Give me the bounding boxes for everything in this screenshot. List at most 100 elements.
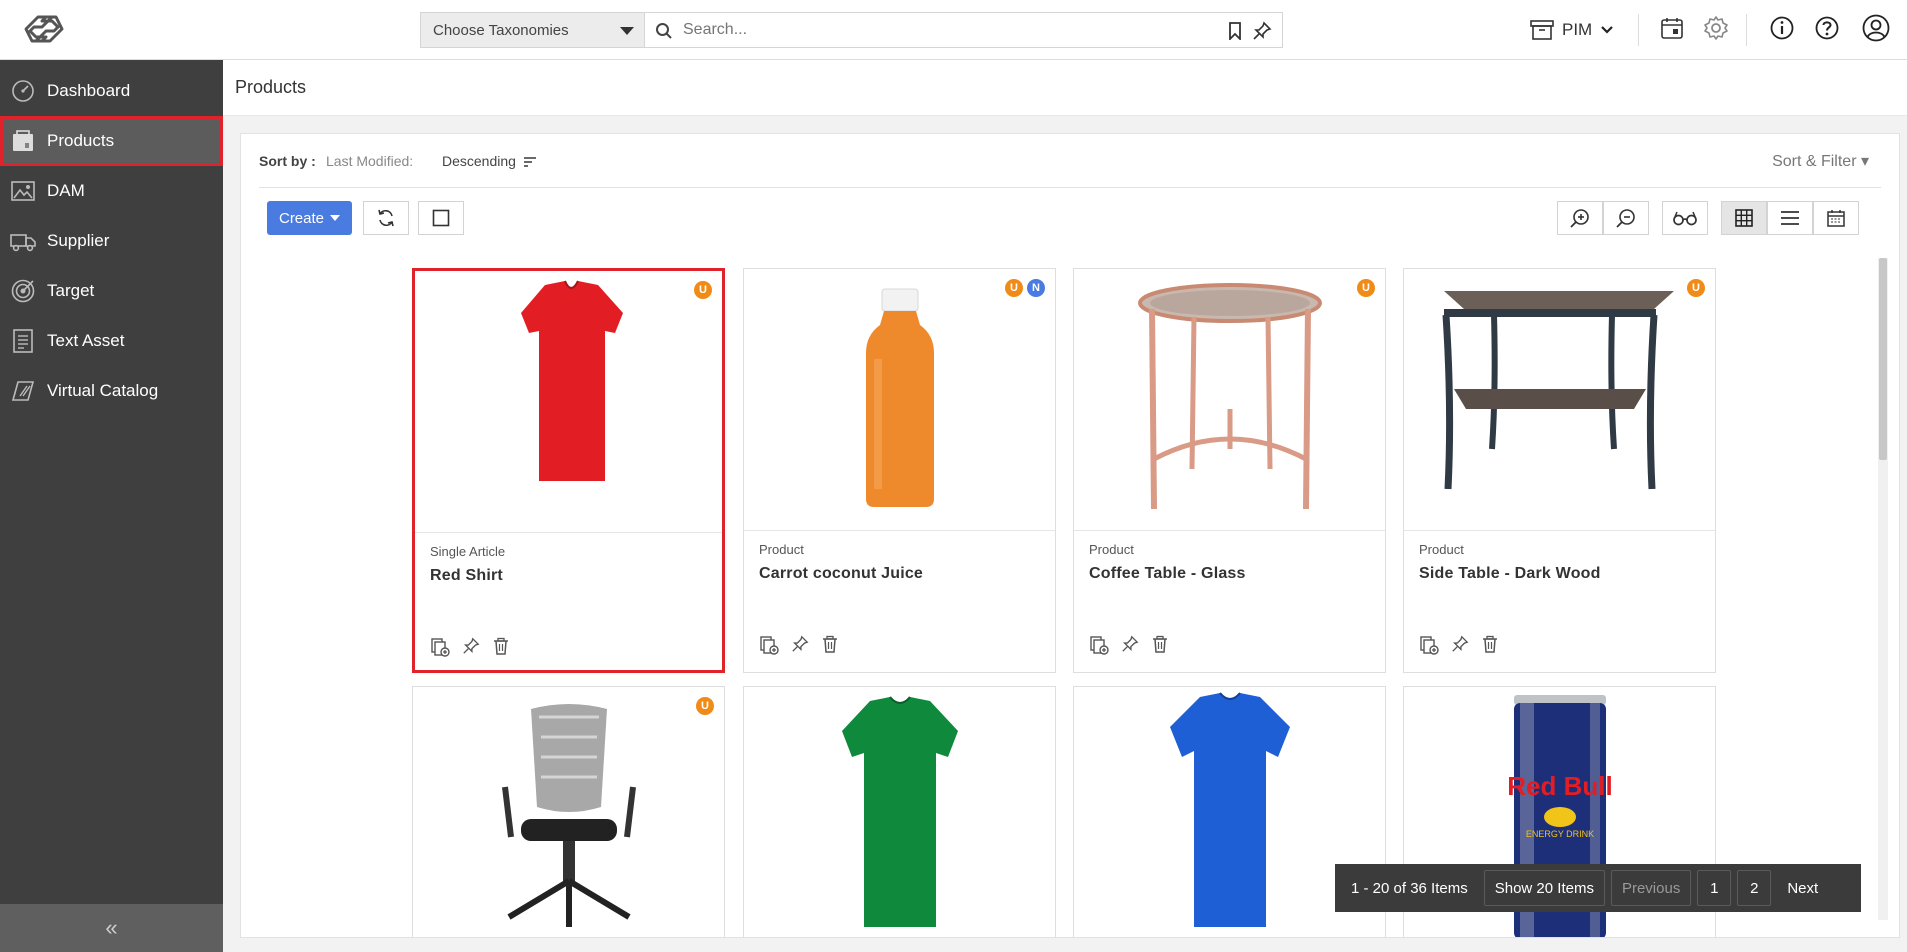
product-image: [415, 271, 722, 533]
preview-button[interactable]: [1662, 201, 1708, 235]
bookmark-icon[interactable]: [1228, 22, 1242, 40]
document-icon: [10, 328, 36, 354]
redbull-label: Red Bull: [1507, 771, 1612, 801]
divider: [1746, 14, 1747, 46]
sidebar-item-text-asset[interactable]: Text Asset: [0, 316, 223, 366]
collapse-sidebar-button[interactable]: «: [0, 904, 223, 952]
next-page-button[interactable]: Next: [1777, 870, 1828, 906]
add-copy-icon[interactable]: [1089, 635, 1109, 655]
sort-order[interactable]: Descending: [442, 153, 516, 169]
product-card[interactable]: U Product Side Table - Dark Wood: [1403, 268, 1716, 673]
pin-icon[interactable]: [462, 637, 480, 657]
product-card[interactable]: U: [412, 686, 725, 937]
create-button[interactable]: Create: [267, 201, 352, 235]
pin-icon[interactable]: [791, 635, 809, 655]
module-label: PIM: [1562, 20, 1593, 39]
search-box: [644, 12, 1283, 48]
card-name[interactable]: Coffee Table - Glass: [1089, 565, 1246, 583]
page-2-button[interactable]: 2: [1737, 870, 1772, 906]
trash-icon[interactable]: [492, 637, 510, 657]
glasses-icon: [1672, 210, 1698, 226]
items-summary: 1 - 20 of 36 Items: [1351, 879, 1468, 897]
sort-filter-toggle[interactable]: Sort & Filter ▾: [1772, 151, 1869, 171]
select-all-button[interactable]: [418, 201, 464, 235]
list-icon: [1780, 210, 1800, 226]
app-logo[interactable]: [20, 11, 68, 47]
sidebar-item-label: Supplier: [47, 231, 110, 250]
sidebar-item-label: Dashboard: [47, 81, 131, 100]
calendar-icon: [1827, 209, 1845, 227]
archive-icon: [1530, 19, 1554, 41]
taxonomy-select-label: Choose Taxonomies: [433, 22, 569, 39]
refresh-button[interactable]: [363, 201, 409, 235]
product-image: [744, 269, 1055, 531]
add-copy-icon[interactable]: [430, 637, 450, 657]
add-copy-icon[interactable]: [1419, 635, 1439, 655]
page-size-button[interactable]: Show 20 Items: [1483, 870, 1605, 906]
module-switcher[interactable]: PIM: [1530, 14, 1614, 46]
card-name[interactable]: Side Table - Dark Wood: [1419, 565, 1601, 583]
pagination-bar: 1 - 20 of 36 Items Show 20 Items Previou…: [1335, 864, 1861, 912]
pin-icon[interactable]: [1121, 635, 1139, 655]
pin-icon[interactable]: [1451, 635, 1469, 655]
product-card[interactable]: U N Product Carrot coconut Juice: [743, 268, 1056, 673]
pin-icon[interactable]: [1252, 21, 1272, 41]
scrollbar-thumb[interactable]: [1879, 258, 1887, 460]
add-copy-icon[interactable]: [759, 635, 779, 655]
updated-badge: U: [694, 281, 712, 299]
updated-badge: U: [1687, 279, 1705, 297]
product-card[interactable]: U Single Article Red Shirt: [412, 268, 725, 673]
updated-badge: U: [1005, 279, 1023, 297]
trash-icon[interactable]: [1151, 635, 1169, 655]
sidebar-item-label: Text Asset: [47, 331, 125, 350]
trash-icon[interactable]: [1481, 635, 1499, 655]
dashboard-icon: [10, 78, 36, 104]
previous-page-button[interactable]: Previous: [1610, 870, 1692, 906]
search-input[interactable]: [683, 19, 1163, 41]
sidebar-item-dam[interactable]: DAM: [0, 166, 223, 216]
target-icon: [10, 278, 36, 304]
card-name[interactable]: Carrot coconut Juice: [759, 565, 923, 583]
redbull-sublabel: ENERGY DRINK: [1526, 829, 1594, 839]
user-avatar-icon[interactable]: [1862, 14, 1890, 42]
product-card[interactable]: [743, 686, 1056, 937]
chevron-down-icon: [620, 27, 634, 35]
updated-badge: U: [1357, 279, 1375, 297]
calendar-box-icon[interactable]: [1660, 16, 1684, 40]
scrollbar[interactable]: [1878, 258, 1888, 920]
list-view-button[interactable]: [1767, 201, 1813, 235]
sort-field[interactable]: Last Modified:: [326, 153, 413, 169]
updated-badge: U: [696, 697, 714, 715]
products-icon: [10, 128, 36, 154]
card-badges: U: [696, 697, 714, 715]
sidebar-item-products[interactable]: Products: [0, 116, 223, 166]
sidebar-item-target[interactable]: Target: [0, 266, 223, 316]
sidebar-item-virtual-catalog[interactable]: Virtual Catalog: [0, 366, 223, 416]
sidebar-item-supplier[interactable]: Supplier: [0, 216, 223, 266]
taxonomy-select[interactable]: Choose Taxonomies: [420, 12, 644, 48]
help-icon[interactable]: [1815, 16, 1839, 40]
card-name[interactable]: Red Shirt: [430, 567, 503, 585]
top-bar: Choose Taxonomies PIM: [0, 0, 1907, 60]
card-badges: U: [1687, 279, 1705, 297]
sort-descending-icon[interactable]: [523, 156, 537, 168]
page-1-button[interactable]: 1: [1697, 870, 1732, 906]
image-icon: [10, 178, 36, 204]
grid-view-button[interactable]: [1721, 201, 1767, 235]
search-icon: [655, 22, 673, 40]
sidebar-item-label: Products: [47, 131, 115, 150]
gear-icon[interactable]: [1704, 16, 1728, 40]
trash-icon[interactable]: [821, 635, 839, 655]
calendar-view-button[interactable]: [1813, 201, 1859, 235]
zoom-in-button[interactable]: [1557, 201, 1603, 235]
product-card[interactable]: U Product Coffee Table - Glass: [1073, 268, 1386, 673]
product-image: [1074, 269, 1385, 531]
product-image: [1404, 269, 1715, 531]
zoom-out-button[interactable]: [1603, 201, 1649, 235]
sort-label: Sort by :: [259, 153, 316, 169]
info-icon[interactable]: [1770, 16, 1794, 40]
divider: [1638, 14, 1639, 46]
sidebar-item-label: Target: [47, 281, 95, 300]
caret-down-icon: [330, 215, 341, 221]
sidebar-item-dashboard[interactable]: Dashboard: [0, 66, 223, 116]
